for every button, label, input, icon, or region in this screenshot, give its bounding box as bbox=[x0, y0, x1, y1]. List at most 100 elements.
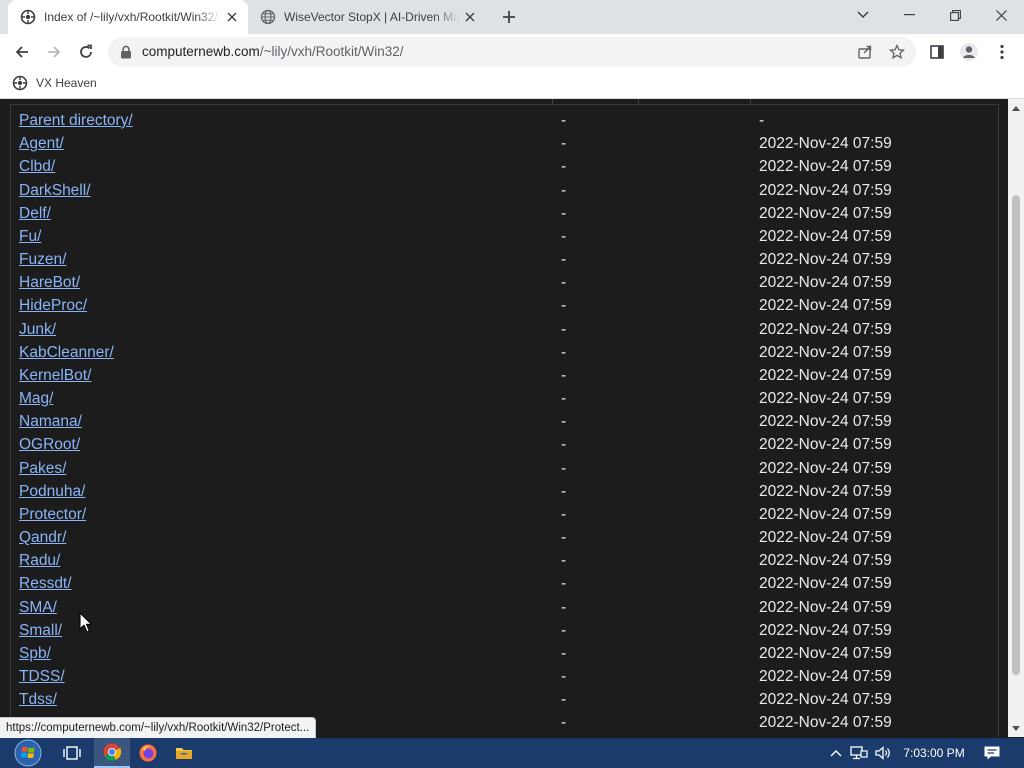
directory-link[interactable]: Spb/ bbox=[19, 642, 51, 665]
address-bar[interactable]: computernewb.com/~lily/vxh/Rootkit/Win32… bbox=[108, 37, 916, 67]
back-button[interactable] bbox=[10, 40, 34, 64]
directory-link[interactable]: Fuzen/ bbox=[19, 248, 66, 271]
volume-tray-icon[interactable] bbox=[872, 738, 894, 768]
close-tab-icon[interactable] bbox=[222, 7, 242, 27]
file-size: - bbox=[561, 552, 567, 570]
globe-icon bbox=[260, 9, 276, 25]
table-row: Fu/ - 2022-Nov-24 07:59 bbox=[19, 225, 999, 248]
notification-icon bbox=[984, 746, 1000, 760]
bookmark-star-icon[interactable] bbox=[888, 43, 906, 61]
modified-date: 2022-Nov-24 07:59 bbox=[759, 714, 892, 732]
vx-heaven-favicon-icon bbox=[12, 75, 28, 91]
scrollbar-thumb[interactable] bbox=[1012, 195, 1020, 675]
taskbar-file-explorer[interactable] bbox=[166, 738, 202, 768]
modified-date: 2022-Nov-24 07:59 bbox=[759, 575, 892, 593]
directory-link[interactable]: Fu/ bbox=[19, 225, 41, 248]
directory-link[interactable]: Agent/ bbox=[19, 132, 64, 155]
table-row: Junk/ - 2022-Nov-24 07:59 bbox=[19, 318, 999, 341]
directory-link[interactable]: Radu/ bbox=[19, 549, 60, 572]
modified-date: 2022-Nov-24 07:59 bbox=[759, 343, 892, 361]
directory-link[interactable]: Delf/ bbox=[19, 202, 51, 225]
directory-link[interactable]: SMA/ bbox=[19, 596, 57, 619]
directory-link[interactable]: DarkShell/ bbox=[19, 179, 91, 202]
vertical-scrollbar[interactable] bbox=[1008, 99, 1024, 737]
start-button[interactable] bbox=[6, 738, 46, 768]
network-icon bbox=[850, 746, 868, 760]
side-panel-button[interactable] bbox=[925, 40, 949, 64]
directory-link[interactable]: Protector/ bbox=[19, 503, 86, 526]
modified-date: 2022-Nov-24 07:59 bbox=[759, 482, 892, 500]
show-hidden-icons-button[interactable] bbox=[826, 738, 846, 768]
directory-link[interactable]: Qandr/ bbox=[19, 526, 66, 549]
directory-link[interactable]: OGRoot/ bbox=[19, 433, 80, 456]
file-size: - bbox=[561, 505, 567, 523]
tab-wisevector[interactable]: WiseVector StopX | AI-Driven Malware Pro… bbox=[248, 0, 486, 34]
bookmark-vx-heaven[interactable]: VX Heaven bbox=[12, 75, 97, 91]
directory-link[interactable]: Parent directory/ bbox=[19, 109, 133, 132]
page-viewport[interactable]: Parent directory/ - - Agent/ - 2022-Nov-24 07… bbox=[0, 99, 1008, 737]
close-window-button[interactable] bbox=[978, 0, 1024, 30]
file-size: - bbox=[561, 482, 567, 500]
directory-link[interactable]: Tdss/ bbox=[19, 688, 57, 711]
forward-button[interactable] bbox=[42, 40, 66, 64]
column-divider bbox=[638, 99, 639, 104]
directory-link[interactable]: KernelBot/ bbox=[19, 364, 91, 387]
restore-button[interactable] bbox=[932, 0, 978, 30]
directory-link[interactable]: TDSS/ bbox=[19, 665, 65, 688]
directory-link[interactable]: Mag/ bbox=[19, 387, 53, 410]
file-size: - bbox=[561, 529, 567, 547]
table-row: OGRoot/ - 2022-Nov-24 07:59 bbox=[19, 433, 999, 456]
taskbar-firefox[interactable] bbox=[130, 738, 166, 768]
close-tab-icon[interactable] bbox=[460, 7, 480, 27]
scroll-down-arrow-icon[interactable] bbox=[1008, 721, 1024, 735]
minimize-icon bbox=[903, 14, 915, 16]
file-size: - bbox=[561, 366, 567, 384]
scroll-up-arrow-icon[interactable] bbox=[1008, 101, 1024, 115]
bookmarks-bar: VX Heaven bbox=[0, 70, 1024, 99]
directory-link[interactable]: Namana/ bbox=[19, 410, 82, 433]
network-tray-icon[interactable] bbox=[848, 738, 870, 768]
modified-date: 2022-Nov-24 07:59 bbox=[759, 621, 892, 639]
lock-icon[interactable] bbox=[120, 45, 132, 59]
directory-link[interactable]: Pakes/ bbox=[19, 457, 66, 480]
directory-link[interactable]: Clbd/ bbox=[19, 155, 55, 178]
table-row: HareBot/ - 2022-Nov-24 07:59 bbox=[19, 271, 999, 294]
tab-search-button[interactable] bbox=[840, 0, 886, 30]
file-size: - bbox=[561, 714, 567, 732]
column-divider bbox=[552, 99, 553, 104]
directory-link[interactable]: HideProc/ bbox=[19, 294, 87, 317]
directory-link[interactable]: KabCleanner/ bbox=[19, 341, 114, 364]
profile-button[interactable] bbox=[957, 40, 981, 64]
taskbar-clock[interactable]: 7:03:00 PM bbox=[898, 738, 970, 768]
table-row: Radu/ - 2022-Nov-24 07:59 bbox=[19, 549, 999, 572]
table-row: Fuzen/ - 2022-Nov-24 07:59 bbox=[19, 248, 999, 271]
share-icon[interactable] bbox=[856, 43, 874, 61]
url-text[interactable]: computernewb.com/~lily/vxh/Rootkit/Win32… bbox=[142, 37, 404, 67]
file-size: - bbox=[561, 644, 567, 662]
directory-link[interactable]: Podnuha/ bbox=[19, 480, 85, 503]
url-host: computernewb.com bbox=[142, 44, 260, 59]
modified-date: 2022-Nov-24 07:59 bbox=[759, 158, 892, 176]
directory-link[interactable]: Small/ bbox=[19, 619, 62, 642]
file-size: - bbox=[561, 413, 567, 431]
file-size: - bbox=[561, 135, 567, 153]
modified-date: 2022-Nov-24 07:59 bbox=[759, 181, 892, 199]
menu-button[interactable] bbox=[990, 40, 1014, 64]
bookmark-label: VX Heaven bbox=[36, 76, 97, 90]
modified-date: 2022-Nov-24 07:59 bbox=[759, 390, 892, 408]
file-size: - bbox=[561, 158, 567, 176]
taskbar-chrome[interactable] bbox=[94, 738, 130, 768]
directory-link[interactable]: HareBot/ bbox=[19, 271, 80, 294]
reload-icon bbox=[80, 44, 92, 58]
action-center-button[interactable] bbox=[978, 738, 1006, 768]
directory-link[interactable]: Ressdt/ bbox=[19, 572, 72, 595]
file-size: - bbox=[561, 390, 567, 408]
tab-index-of-win32[interactable]: Index of /~lily/vxh/Rootkit/Win32/ bbox=[8, 0, 248, 34]
directory-link[interactable]: Junk/ bbox=[19, 318, 56, 341]
table-row: Protector/ - 2022-Nov-24 07:59 bbox=[19, 503, 999, 526]
minimize-button[interactable] bbox=[886, 0, 932, 30]
new-tab-button[interactable] bbox=[498, 6, 520, 28]
reload-button[interactable] bbox=[74, 40, 98, 64]
task-view-button[interactable] bbox=[54, 738, 90, 768]
restore-icon bbox=[949, 9, 961, 21]
